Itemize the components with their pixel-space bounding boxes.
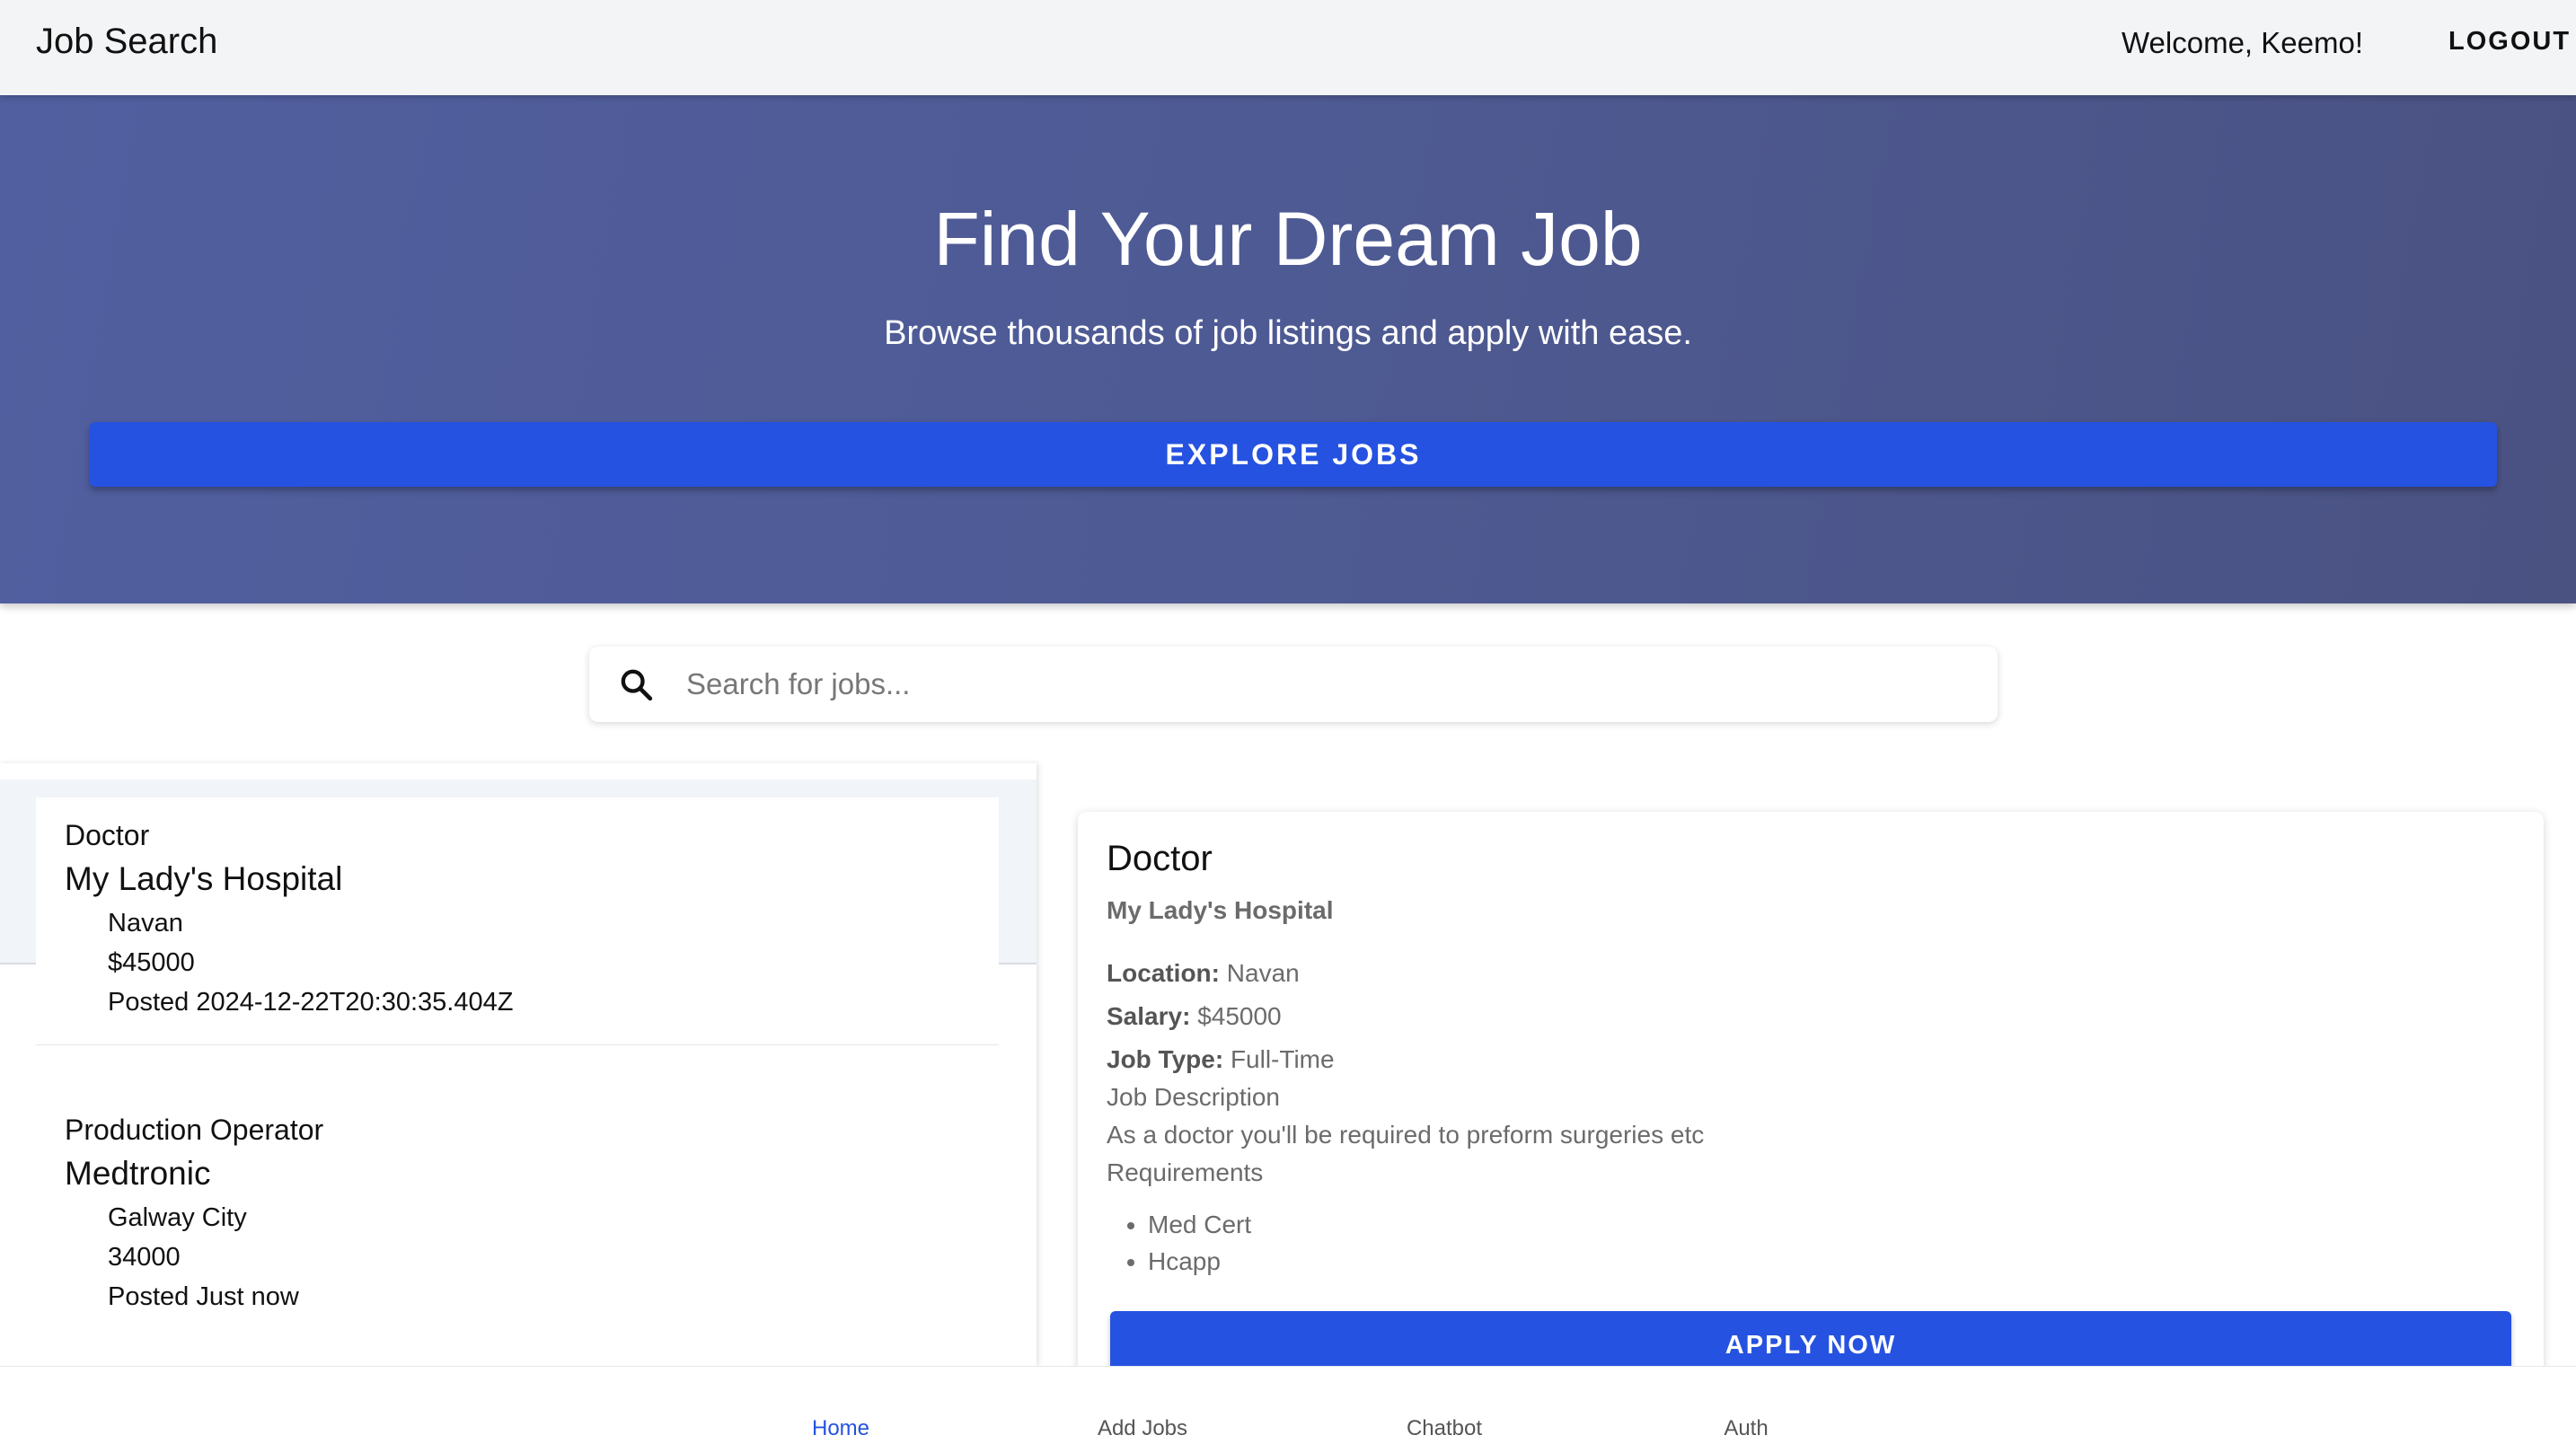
bottom-navigation: Home Add Jobs Chatbot Auth	[0, 1366, 2576, 1453]
job-salary: $45000	[108, 948, 195, 977]
app-bar: Job Search Welcome, Keemo! LOGOUT	[0, 0, 2576, 95]
job-title: Production Operator	[65, 1114, 324, 1146]
requirements-list: Med Cert Hcapp	[1148, 1211, 1251, 1284]
job-detail-card: Doctor My Lady's Hospital Location: Nava…	[1078, 812, 2544, 1387]
requirements-heading: Requirements	[1107, 1158, 1264, 1186]
nav-add-jobs[interactable]: Add Jobs	[992, 1367, 1293, 1453]
requirement-item: Med Cert	[1148, 1211, 1251, 1239]
welcome-text: Welcome, Keemo!	[2122, 26, 2363, 59]
hero-title: Find Your Dream Job	[933, 197, 1643, 281]
search-icon[interactable]	[618, 666, 654, 702]
detail-location-value: Navan	[1226, 959, 1300, 987]
detail-title: Doctor	[1107, 839, 1213, 878]
detail-location-label: Location:	[1107, 959, 1220, 987]
detail-salary-value: $45000	[1197, 1002, 1282, 1030]
detail-job-type: Job Type: Full-Time	[1107, 1045, 1335, 1074]
job-location: Navan	[108, 909, 183, 938]
description-heading: Job Description	[1107, 1083, 1280, 1111]
detail-job-type-label: Job Type:	[1107, 1045, 1224, 1073]
job-card: Production Operator Medtronic Galway Cit…	[36, 1101, 999, 1367]
job-salary: 34000	[108, 1243, 181, 1272]
job-title: Doctor	[65, 819, 150, 851]
hero-subtitle: Browse thousands of job listings and app…	[884, 314, 1692, 352]
job-company: Medtronic	[65, 1155, 211, 1192]
detail-job-type-value: Full-Time	[1230, 1045, 1335, 1073]
explore-jobs-button[interactable]: EXPLORE JOBS	[90, 422, 2497, 487]
detail-salary-label: Salary:	[1107, 1002, 1191, 1030]
job-card: Doctor My Lady's Hospital Navan $45000 P…	[36, 797, 999, 1045]
nav-auth[interactable]: Auth	[1595, 1367, 1897, 1453]
requirement-item: Hcapp	[1148, 1247, 1251, 1276]
nav-chatbot[interactable]: Chatbot	[1293, 1367, 1595, 1453]
hero-banner: Find Your Dream Job Browse thousands of …	[0, 95, 2576, 603]
job-list-item[interactable]: Production Operator Medtronic Galway Cit…	[0, 1101, 1037, 1367]
job-location: Galway City	[108, 1203, 247, 1232]
logout-button[interactable]: LOGOUT	[2448, 27, 2571, 57]
job-list-item[interactable]: Doctor My Lady's Hospital Navan $45000 P…	[0, 779, 1037, 1045]
detail-location: Location: Navan	[1107, 959, 1300, 988]
job-posted: Posted 2024-12-22T20:30:35.404Z	[108, 988, 514, 1017]
search-bar	[589, 647, 1998, 722]
app-title: Job Search	[36, 22, 218, 61]
job-company: My Lady's Hospital	[65, 860, 343, 897]
nav-home[interactable]: Home	[690, 1367, 992, 1453]
job-posted: Posted Just now	[108, 1282, 299, 1311]
description-text: As a doctor you'll be required to prefor…	[1107, 1121, 1705, 1149]
search-input[interactable]	[686, 659, 1971, 709]
detail-salary: Salary: $45000	[1107, 1002, 1282, 1031]
job-list: Doctor My Lady's Hospital Navan $45000 P…	[0, 763, 1037, 1367]
detail-company: My Lady's Hospital	[1107, 896, 1334, 924]
